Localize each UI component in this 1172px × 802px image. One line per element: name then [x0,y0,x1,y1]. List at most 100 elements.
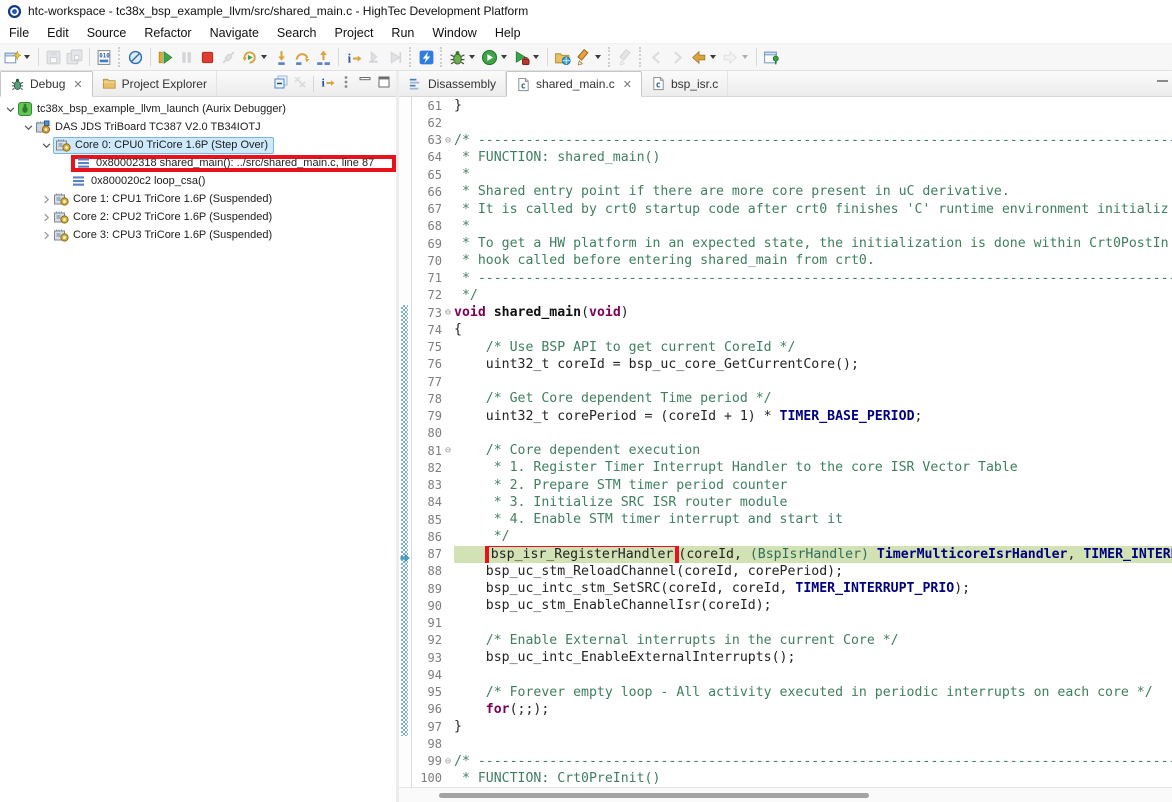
new-wizard-button[interactable] [2,45,34,69]
annotate-button[interactable] [615,45,636,69]
editor-minimize-icon[interactable] [1157,80,1168,83]
tree-item[interactable]: Core 2: CPU2 TriCore 1.6P (Suspended) [53,209,272,226]
step-over-button[interactable] [292,45,313,69]
line-number[interactable]: 85 [412,513,442,527]
fold-marker-icon[interactable]: ⊖ [442,135,454,146]
line-number[interactable]: 99 [412,754,442,768]
expand-toggle[interactable] [4,104,17,115]
previous-edit-button[interactable] [646,45,667,69]
dropdown-caret-icon[interactable] [469,55,475,59]
line-number[interactable]: 79 [412,409,442,423]
menu-item-project[interactable]: Project [326,24,383,42]
binary-display-button[interactable]: 010 [94,45,115,69]
save-button[interactable] [43,45,64,69]
menu-item-edit[interactable]: Edit [38,24,78,42]
view-menu-button[interactable] [338,74,354,93]
line-number[interactable]: 76 [412,357,442,371]
remove-all-terminated-button[interactable] [292,74,308,93]
line-number[interactable]: 72 [412,288,442,302]
line-number[interactable]: 81 [412,444,442,458]
expand-toggle[interactable] [40,230,53,241]
line-number[interactable]: 69 [412,237,442,251]
line-number[interactable]: 73 [412,306,442,320]
move-to-line-button[interactable] [364,45,385,69]
line-number[interactable]: 87 [412,547,442,561]
line-number[interactable]: 66 [412,185,442,199]
expand-toggle[interactable] [40,140,53,151]
line-number[interactable]: 63 [412,133,442,147]
run-button[interactable] [479,45,511,69]
dropdown-caret-icon[interactable] [24,55,30,59]
highlighter-pen-button[interactable] [573,45,605,69]
tree-item[interactable]: 0x800020c2 loop_csa() [71,173,205,190]
dropdown-caret-icon[interactable] [742,55,748,59]
external-tools-button[interactable] [511,45,543,69]
dropdown-caret-icon[interactable] [595,55,601,59]
line-number[interactable]: 67 [412,202,442,216]
line-number[interactable]: 80 [412,426,442,440]
annotated-tree-item[interactable]: 0x80002318 shared_main(): ../src/shared_… [71,155,396,172]
menu-item-help[interactable]: Help [486,24,530,42]
fold-marker-icon[interactable]: ⊖ [442,445,454,456]
tab-close-icon[interactable]: ✕ [623,78,632,91]
line-number[interactable]: 68 [412,219,442,233]
view-tab-debug[interactable]: Debug✕ [0,71,93,97]
disconnect-button[interactable] [218,45,239,69]
line-number[interactable]: 93 [412,651,442,665]
instruction-stepping-button[interactable]: i [319,74,335,93]
step-into-button[interactable] [271,45,292,69]
collapse-all-button[interactable] [273,74,289,93]
menu-item-refactor[interactable]: Refactor [135,24,200,42]
tree-item[interactable]: Core 1: CPU1 TriCore 1.6P (Suspended) [53,191,272,208]
line-number[interactable]: 84 [412,495,442,509]
menu-item-source[interactable]: Source [78,24,136,42]
dropdown-caret-icon[interactable] [710,55,716,59]
view-tab-project-explorer[interactable]: Project Explorer [93,71,217,96]
terminate-button[interactable] [197,45,218,69]
expand-toggle[interactable] [22,122,35,133]
back-button[interactable] [688,45,720,69]
maximize-button[interactable] [376,74,392,93]
resume-button[interactable] [155,45,176,69]
tree-item[interactable]: Core 0: CPU0 TriCore 1.6P (Step Over) [53,137,274,154]
forward-button[interactable] [720,45,752,69]
editor-tab-shared-main-c[interactable]: cshared_main.c✕ [506,71,642,97]
dropdown-caret-icon[interactable] [533,55,539,59]
dropdown-caret-icon[interactable] [501,55,507,59]
dropdown-caret-icon[interactable] [261,55,267,59]
open-element-button[interactable] [552,45,573,69]
tab-close-icon[interactable]: ✕ [73,78,82,91]
instruction-stepping-button[interactable]: i [343,45,364,69]
line-number[interactable]: 70 [412,254,442,268]
restart-button[interactable] [239,45,271,69]
line-number[interactable]: 92 [412,633,442,647]
save-all-button[interactable] [64,45,85,69]
fold-marker-icon[interactable]: ⊖ [442,756,454,767]
debug-button[interactable] [447,45,479,69]
flash-programming-button[interactable] [416,45,437,69]
line-number[interactable]: 88 [412,564,442,578]
fold-marker-icon[interactable]: ⊖ [442,307,454,318]
line-number[interactable]: 96 [412,702,442,716]
line-number[interactable]: 91 [412,616,442,630]
horizontal-scrollbar[interactable] [399,787,1172,802]
line-number[interactable]: 83 [412,478,442,492]
tree-item[interactable]: Core 3: CPU3 TriCore 1.6P (Suspended) [53,227,272,244]
line-number[interactable]: 95 [412,685,442,699]
annotation-ruler[interactable] [399,97,411,787]
suspend-button[interactable] [176,45,197,69]
menu-item-navigate[interactable]: Navigate [201,24,268,42]
line-number[interactable]: 78 [412,392,442,406]
line-number[interactable]: 97 [412,720,442,734]
line-number[interactable]: 71 [412,271,442,285]
line-number[interactable]: 98 [412,737,442,751]
line-number[interactable]: 61 [412,99,442,113]
line-number[interactable]: 86 [412,530,442,544]
line-number[interactable]: 89 [412,582,442,596]
line-number[interactable]: 90 [412,599,442,613]
minimize-button[interactable] [357,74,373,93]
tree-item[interactable]: DAS JDS TriBoard TC387 V2.0 TB34IOTJ [35,119,261,136]
line-number[interactable]: 82 [412,461,442,475]
menu-item-search[interactable]: Search [268,24,326,42]
resume-at-line-button[interactable] [385,45,406,69]
